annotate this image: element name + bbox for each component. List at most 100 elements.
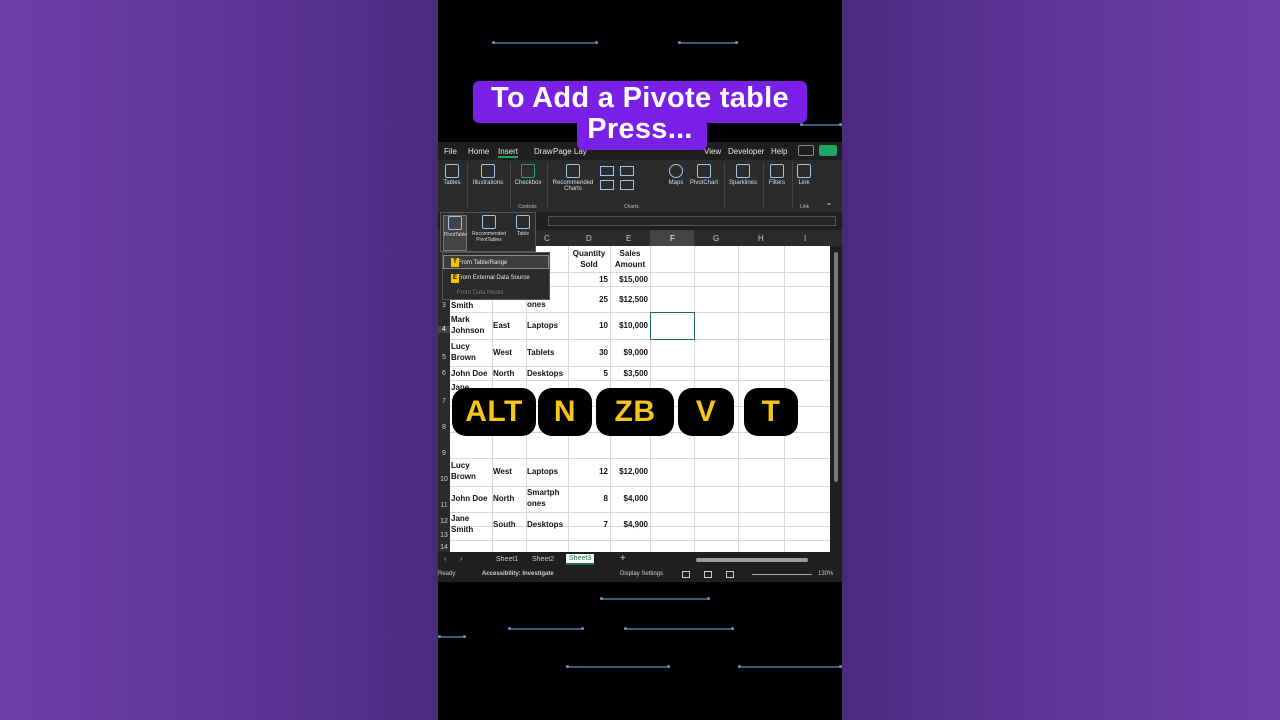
page-layout-view-icon[interactable] xyxy=(704,571,712,578)
cell-qty: 8 xyxy=(603,494,608,503)
column-header[interactable]: I xyxy=(804,234,806,243)
cell-region: North xyxy=(493,369,515,378)
cell-qty: 12 xyxy=(599,467,608,476)
display-settings[interactable]: Display Settings xyxy=(620,571,663,577)
cell-name: Lucy Brown xyxy=(451,461,476,481)
column-header[interactable]: F xyxy=(670,234,675,243)
vertical-scrollbar[interactable] xyxy=(830,246,842,552)
decor-line xyxy=(738,665,842,668)
zoom-slider[interactable] xyxy=(752,574,812,575)
chart-types-gallery[interactable] xyxy=(598,166,658,196)
row-header[interactable]: 13 xyxy=(438,532,450,539)
row-header[interactable]: 8 xyxy=(438,424,450,431)
globe-icon xyxy=(669,164,683,178)
cell-name: John Doe xyxy=(451,494,488,503)
statistic-chart-icon[interactable] xyxy=(620,180,634,190)
divider xyxy=(510,162,511,208)
decor-line xyxy=(508,627,584,630)
collapse-ribbon-icon[interactable]: ⌄ xyxy=(824,198,834,207)
decor-line xyxy=(624,627,734,630)
cell-qty: 7 xyxy=(603,520,608,529)
row-header[interactable]: 12 xyxy=(438,518,450,525)
cell-region: West xyxy=(493,348,512,357)
maps-button[interactable]: Maps xyxy=(664,164,688,186)
checkbox-button[interactable]: Checkbox xyxy=(512,164,544,186)
link-button[interactable]: Link xyxy=(794,164,814,186)
cell-product: Laptops xyxy=(527,321,559,330)
hierarchy-chart-icon[interactable] xyxy=(620,166,634,176)
tables-button[interactable]: Tables xyxy=(440,164,464,186)
row-header[interactable]: 14 xyxy=(438,544,450,551)
gridline xyxy=(450,486,830,487)
line-chart-icon[interactable] xyxy=(600,180,614,190)
sparklines-button[interactable]: Sparklines xyxy=(726,164,760,186)
cell-name: John Doe xyxy=(451,369,488,378)
zoom-level[interactable]: 130% xyxy=(818,571,833,577)
decor-line xyxy=(566,665,670,668)
normal-view-icon[interactable] xyxy=(682,571,690,578)
gridline xyxy=(450,512,830,513)
filters-button[interactable]: Filters xyxy=(765,164,789,186)
pivotchart-button[interactable]: PivotChart xyxy=(688,164,720,186)
row-header[interactable]: 6 xyxy=(438,370,450,377)
column-header[interactable]: E xyxy=(626,234,631,243)
pivottable-icon xyxy=(448,216,462,230)
illustrations-button[interactable]: Illustrations xyxy=(470,164,506,186)
row-header[interactable]: 10 xyxy=(438,476,450,483)
cell-name: Smith xyxy=(451,301,474,310)
column-header[interactable]: G xyxy=(713,234,719,243)
row-header[interactable]: 11 xyxy=(438,502,450,509)
cell-product: Desktops xyxy=(527,520,564,529)
gridline xyxy=(450,380,830,381)
sheet-tab[interactable]: Sheet2 xyxy=(532,556,554,563)
menu-draw[interactable]: Draw xyxy=(534,147,553,156)
cell-name: Lucy Brown xyxy=(451,342,476,362)
gridline xyxy=(450,312,830,313)
horizontal-scrollbar[interactable] xyxy=(696,558,808,562)
pivottable-panel: PivotTable Recommended PivotTables Table xyxy=(440,212,536,252)
row-header[interactable]: 7 xyxy=(438,398,450,405)
menu-file[interactable]: File xyxy=(444,147,457,156)
cell-sales: $4,000 xyxy=(623,494,648,503)
cell-name: Jane Smith xyxy=(451,514,474,534)
page-break-view-icon[interactable] xyxy=(726,571,734,578)
table-button[interactable]: Table xyxy=(511,215,535,237)
selected-cell[interactable] xyxy=(650,312,695,340)
status-bar: Ready Accessibility: Investigate Display… xyxy=(438,568,842,582)
column-chart-icon[interactable] xyxy=(600,166,614,176)
row-header[interactable]: 3 xyxy=(438,302,450,309)
status-ready: Ready xyxy=(438,571,456,577)
menu-view[interactable]: View xyxy=(704,147,721,156)
column-header[interactable]: H xyxy=(758,234,764,243)
row-header[interactable]: 4 xyxy=(438,326,450,333)
sheet-tab-active[interactable]: Sheet3 xyxy=(566,554,595,565)
pivottable-button[interactable]: PivotTable xyxy=(443,215,467,251)
menu-home[interactable]: Home xyxy=(468,147,489,156)
menu-help[interactable]: Help xyxy=(771,147,787,156)
menu-developer[interactable]: Developer xyxy=(728,147,764,156)
sheet-tabs-bar: ‹ › Sheet1 Sheet2 Sheet3 + xyxy=(438,552,842,568)
row-header[interactable]: 5 xyxy=(438,354,450,361)
cell-sales: $12,500 xyxy=(619,295,648,304)
accessibility-status[interactable]: Accessibility: Investigate xyxy=(482,571,554,577)
cell-product: Desktops xyxy=(527,369,564,378)
row-header[interactable]: 9 xyxy=(438,450,450,457)
share-icon[interactable] xyxy=(819,145,837,156)
formula-input[interactable] xyxy=(548,216,836,226)
recommended-pivottables-button[interactable]: Recommended PivotTables xyxy=(469,215,509,243)
pivottable-dropdown: From Table/Range T From External Data So… xyxy=(442,252,550,300)
scroll-left-icon[interactable]: ‹ xyxy=(444,556,446,563)
cell-qty: 15 xyxy=(599,275,608,284)
background-right xyxy=(842,0,1280,720)
cell-qty: 5 xyxy=(603,369,608,378)
scroll-right-icon[interactable]: › xyxy=(460,556,462,563)
comments-icon[interactable] xyxy=(798,145,814,156)
add-sheet-icon[interactable]: + xyxy=(620,553,626,564)
filter-icon xyxy=(770,164,784,178)
column-header[interactable]: C xyxy=(544,234,550,243)
decor-line xyxy=(492,41,598,44)
menu-insert[interactable]: Insert xyxy=(498,147,519,158)
recommended-charts-button[interactable]: Recommended Charts xyxy=(548,164,598,192)
sheet-tab[interactable]: Sheet1 xyxy=(496,556,518,563)
column-header[interactable]: D xyxy=(586,234,592,243)
